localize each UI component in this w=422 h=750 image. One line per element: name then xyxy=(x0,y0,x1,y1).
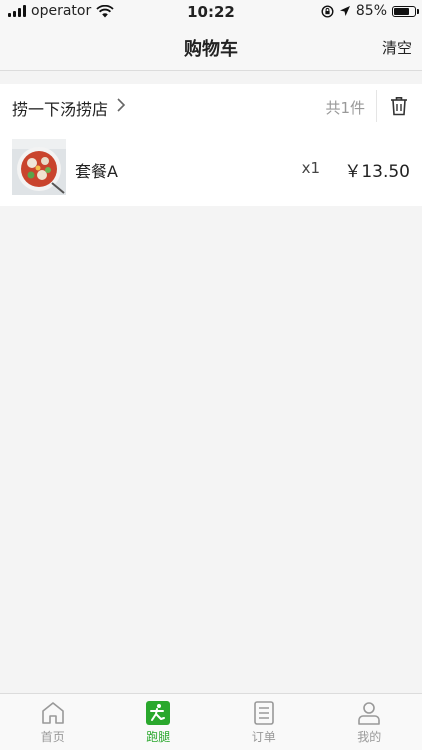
item-price: ￥13.50 xyxy=(344,162,410,182)
tab-label-home[interactable]: 首页 xyxy=(41,728,65,745)
store-header[interactable]: 捞一下汤捞店 共1件 xyxy=(0,84,422,128)
tab-errand[interactable]: 跑腿 xyxy=(106,694,212,750)
cart-item-row[interactable]: 套餐A x1 ￥13.50 xyxy=(0,136,422,196)
run-icon[interactable] xyxy=(145,700,171,726)
clear-cart-button[interactable]: 清空 xyxy=(382,37,412,58)
item-count: 共1件 xyxy=(325,99,365,117)
tab-label-orders[interactable]: 订单 xyxy=(252,728,276,745)
status-bar-right: 85% xyxy=(321,3,419,19)
battery-fill xyxy=(394,7,409,15)
item-thumbnail xyxy=(12,139,66,195)
tab-label-errand[interactable]: 跑腿 xyxy=(146,728,170,745)
tab-me[interactable]: 我的 xyxy=(317,694,422,750)
item-name: 套餐A xyxy=(75,162,118,181)
orientation-lock-icon xyxy=(321,4,334,18)
status-bar: operator 10:22 85% xyxy=(0,0,422,24)
chevron-right-icon[interactable] xyxy=(116,97,126,113)
home-icon[interactable] xyxy=(40,700,66,726)
user-icon[interactable] xyxy=(356,700,382,726)
page-title: 购物车 xyxy=(184,39,238,60)
cart-store-card: 捞一下汤捞店 共1件 套餐A x1 ￥13.50 xyxy=(0,84,422,206)
nav-bar: 购物车 清空 xyxy=(0,24,422,71)
order-list-icon[interactable] xyxy=(251,700,277,726)
trash-icon[interactable] xyxy=(390,96,408,116)
cart-screen: operator 10:22 85% 购物车 清空 捞一下汤捞店 共1件 套餐A… xyxy=(0,0,422,750)
divider xyxy=(376,90,377,122)
store-name[interactable]: 捞一下汤捞店 xyxy=(12,96,108,120)
tab-home[interactable]: 首页 xyxy=(0,694,106,750)
tab-orders[interactable]: 订单 xyxy=(211,694,317,750)
battery-icon xyxy=(392,5,419,17)
location-icon xyxy=(339,6,350,16)
hotpot-image xyxy=(12,139,66,195)
tab-label-me[interactable]: 我的 xyxy=(357,728,381,745)
tab-bar: 首页 跑腿 订单 我的 xyxy=(0,693,422,750)
battery-percent: 85% xyxy=(355,3,387,19)
item-quantity: x1 xyxy=(301,159,320,177)
